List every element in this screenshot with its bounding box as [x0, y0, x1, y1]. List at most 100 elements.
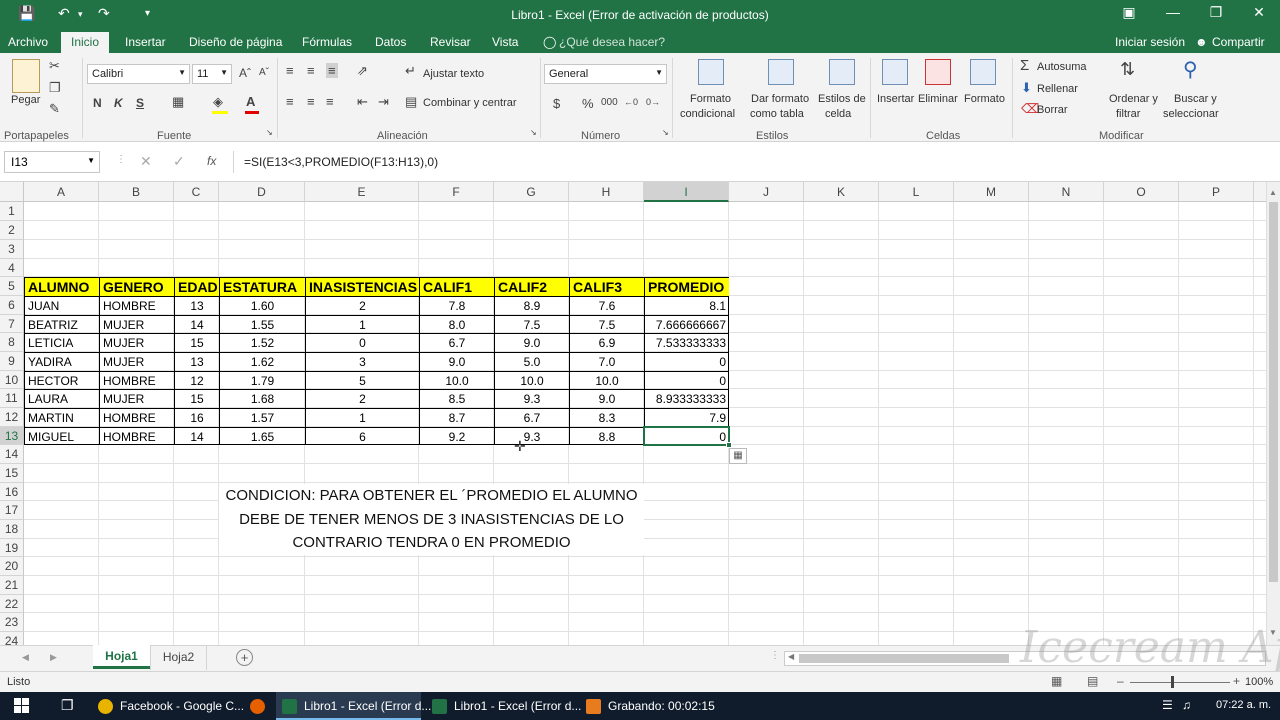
row-header[interactable]: 11 [0, 389, 24, 408]
table-cell[interactable]: HOMBRE [100, 428, 175, 445]
zoom-out-icon[interactable]: – [1117, 674, 1124, 688]
table-header-cell[interactable]: ESTATURA [220, 278, 306, 297]
dialog-launcher-icon[interactable]: ↘ [662, 128, 669, 137]
shrink-font-icon[interactable]: Aˇ [259, 67, 269, 78]
cond-format-line1[interactable]: Formato [690, 93, 731, 105]
dialog-launcher-icon[interactable]: ↘ [266, 128, 273, 137]
table-cell[interactable]: 8.0 [420, 316, 495, 334]
sort-filter-line1[interactable]: Ordenar y [1109, 93, 1158, 105]
table-cell[interactable]: HOMBRE [100, 297, 175, 316]
column-header[interactable]: H [569, 182, 644, 202]
decrease-indent-icon[interactable]: ⇤ [357, 94, 368, 110]
table-cell[interactable]: 7.533333333 [645, 334, 729, 353]
table-cell[interactable]: 8.3 [570, 409, 645, 428]
row-header[interactable]: 14 [0, 445, 24, 464]
name-box[interactable]: I13 ▼ [4, 151, 100, 173]
prev-sheet-icon[interactable]: ◀ [22, 652, 29, 663]
row-header[interactable]: 17 [0, 501, 24, 520]
vertical-scrollbar[interactable]: ▲ ▼ [1266, 182, 1280, 645]
table-cell[interactable]: 2 [306, 390, 420, 409]
column-header[interactable]: M [954, 182, 1029, 202]
copy-icon[interactable]: ❐ [49, 80, 61, 96]
align-top-icon[interactable]: ≡ [286, 63, 294, 78]
row-header[interactable]: 24 [0, 632, 24, 645]
tab-formulas[interactable]: Fórmulas [302, 35, 352, 49]
table-cell[interactable]: 10.0 [495, 372, 570, 390]
row-header[interactable]: 13 [0, 427, 24, 445]
find-select-line1[interactable]: Buscar y [1174, 93, 1217, 105]
table-cell[interactable]: 9.0 [495, 334, 570, 353]
font-name-combo[interactable]: Calibri ▼ [87, 64, 190, 84]
taskbar-item-firefox[interactable] [242, 692, 272, 720]
table-cell[interactable]: MUJER [100, 334, 175, 353]
windows-start-icon[interactable] [14, 698, 30, 714]
table-cell[interactable]: 9.2 [420, 428, 495, 445]
italic-button[interactable]: K [114, 96, 123, 110]
table-cell[interactable]: LETICIA [25, 334, 100, 353]
format-painter-icon[interactable]: ✎ [49, 101, 60, 117]
table-cell[interactable]: 10.0 [570, 372, 645, 390]
table-cell[interactable]: 8.933333333 [645, 390, 729, 409]
table-cell[interactable]: BEATRIZ [25, 316, 100, 334]
bold-button[interactable]: N [93, 96, 102, 110]
table-cell[interactable]: 6 [306, 428, 420, 445]
column-header[interactable]: L [879, 182, 954, 202]
table-cell[interactable]: 1.65 [220, 428, 306, 445]
quick-analysis-icon[interactable]: ▦ [729, 448, 747, 464]
tab-revisar[interactable]: Revisar [430, 35, 471, 49]
table-cell[interactable]: LAURA [25, 390, 100, 409]
table-cell[interactable]: 5.0 [495, 353, 570, 372]
row-header[interactable]: 4 [0, 259, 24, 277]
zoom-level[interactable]: 100% [1245, 676, 1273, 688]
volume-icon[interactable]: ♫ [1182, 698, 1191, 712]
table-cell[interactable]: MIGUEL [25, 428, 100, 445]
task-view-icon[interactable]: ❐ [61, 697, 74, 714]
orientation-icon[interactable]: ⇗ [357, 63, 368, 79]
table-header-cell[interactable]: CALIF2 [495, 278, 570, 297]
row-header[interactable]: 10 [0, 371, 24, 389]
table-cell[interactable]: 16 [175, 409, 220, 428]
tab-insertar[interactable]: Insertar [125, 35, 166, 49]
row-header[interactable]: 15 [0, 464, 24, 483]
column-header[interactable]: K [804, 182, 879, 202]
decrease-decimal-icon[interactable]: 0→ [646, 97, 660, 107]
row-header[interactable]: 21 [0, 576, 24, 595]
insert-cells-button[interactable]: Insertar [877, 93, 914, 105]
column-header[interactable]: J [729, 182, 804, 202]
table-cell[interactable]: 9.3 [495, 428, 570, 445]
dialog-launcher-icon[interactable]: ↘ [530, 128, 537, 137]
table-cell[interactable]: 7.8 [420, 297, 495, 316]
restore-icon[interactable]: ❐ [1201, 4, 1231, 21]
minimize-icon[interactable]: — [1158, 4, 1188, 20]
row-header[interactable]: 23 [0, 613, 24, 632]
table-cell[interactable]: 9.0 [570, 390, 645, 409]
table-header-cell[interactable]: CALIF1 [420, 278, 495, 297]
table-cell[interactable]: 8.1 [645, 297, 729, 316]
table-cell[interactable]: 6.7 [420, 334, 495, 353]
taskbar-item-recorder[interactable]: Grabando: 00:02:15 [580, 692, 730, 720]
row-header[interactable]: 20 [0, 557, 24, 576]
ribbon-display-icon[interactable]: ▣ [1114, 4, 1144, 21]
table-cell[interactable]: HOMBRE [100, 409, 175, 428]
taskbar-item-excel-1[interactable]: Libro1 - Excel (Error d... [276, 692, 431, 720]
table-cell[interactable]: 1.52 [220, 334, 306, 353]
column-header[interactable]: I [644, 182, 729, 202]
underline-button[interactable]: S [136, 96, 144, 110]
table-cell[interactable]: 7.5 [570, 316, 645, 334]
sheet-tab-hoja2[interactable]: Hoja2 [150, 646, 207, 670]
table-cell[interactable]: YADIRA [25, 353, 100, 372]
thousands-button[interactable]: 000 [601, 97, 618, 108]
table-cell[interactable]: 7.5 [495, 316, 570, 334]
row-header[interactable]: 2 [0, 221, 24, 240]
font-color-icon[interactable]: A [246, 94, 255, 109]
grow-font-icon[interactable]: Aˆ [239, 66, 251, 80]
autosum-button[interactable]: Autosuma [1037, 61, 1087, 73]
scroll-thumb[interactable] [799, 654, 1009, 663]
row-header[interactable]: 7 [0, 315, 24, 333]
tab-datos[interactable]: Datos [375, 35, 406, 49]
row-header[interactable]: 19 [0, 539, 24, 557]
share-button[interactable]: Compartir [1212, 35, 1265, 49]
worksheet-grid[interactable]: A B C D E F G H I J K L M N O P 1 2 3 4 … [0, 182, 1266, 645]
cond-format-line2[interactable]: condicional [680, 108, 735, 120]
table-cell[interactable]: 2 [306, 297, 420, 316]
